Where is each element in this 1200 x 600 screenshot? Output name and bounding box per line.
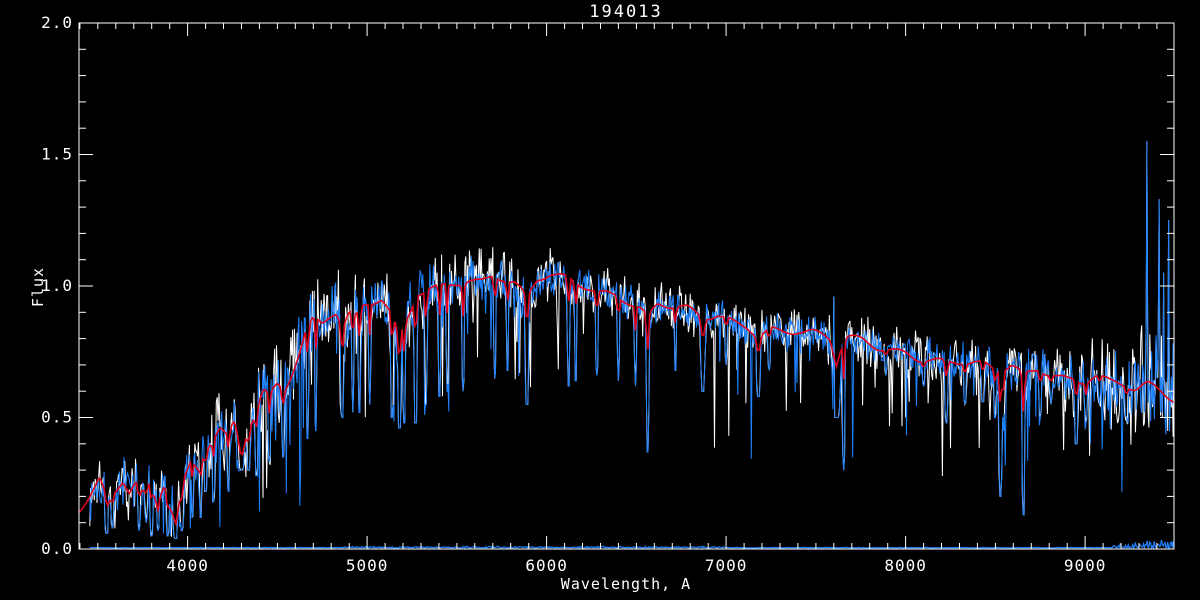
y-tick-label: 1.5	[41, 145, 73, 164]
x-tick-label: 9000	[1064, 556, 1107, 575]
plot-border	[78, 22, 1175, 550]
sky-baseline-trace	[89, 539, 1174, 549]
x-tick-label: 7000	[705, 556, 748, 575]
y-tick-label: 2.0	[41, 13, 73, 32]
spectrum-figure: 4000 5000 6000 7000 8000 9000 0.0 0.5 1.0 1.5 2.0 …	[0, 0, 1200, 600]
error-envelope-trace	[89, 141, 1174, 539]
x-tick-label: 8000	[884, 556, 927, 575]
y-axis-label: Flux	[29, 266, 47, 308]
x-tick-label: 4000	[166, 556, 209, 575]
spectrum-series-group	[79, 141, 1174, 549]
spectrum-plot-canvas: 4000 5000 6000 7000 8000 90000.00.51.01.52.0	[41, 13, 1175, 575]
plot-title: 194013	[589, 2, 663, 22]
x-tick-label: 6000	[525, 556, 568, 575]
x-tick-label: 5000	[346, 556, 389, 575]
x-axis-label: Wavelength, A	[560, 575, 692, 593]
y-tick-label: 0.0	[41, 539, 73, 558]
observed-spectrum-trace	[89, 141, 1174, 539]
y-tick-label: 0.5	[41, 408, 73, 427]
